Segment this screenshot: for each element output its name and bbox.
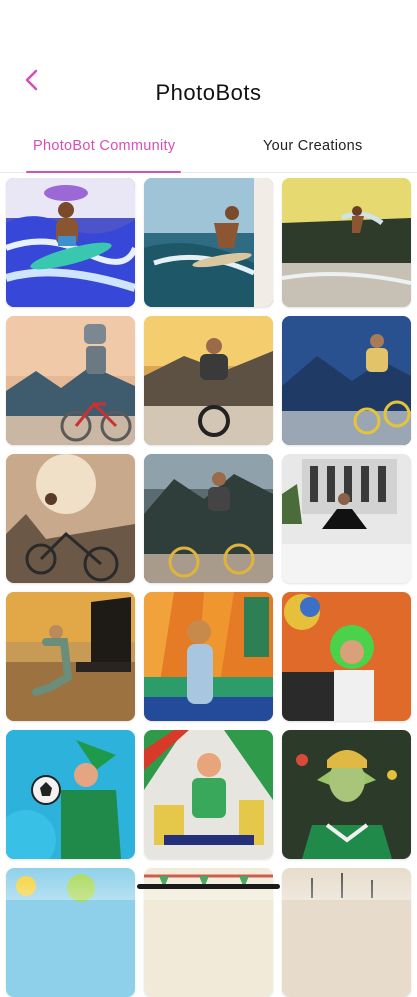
photo-tile[interactable] <box>144 178 273 307</box>
surfer-image <box>282 178 411 307</box>
photo-tile[interactable] <box>282 868 411 997</box>
photo-tile[interactable] <box>144 592 273 721</box>
photo-tile[interactable] <box>6 454 135 583</box>
elf-soccer-ball-image <box>6 730 135 859</box>
home-indicator[interactable] <box>137 884 280 889</box>
tab-label: PhotoBot Community <box>33 138 175 154</box>
photo-tile[interactable] <box>6 316 135 445</box>
green-hair-figure-image <box>282 592 411 721</box>
photo-tile[interactable] <box>282 730 411 859</box>
chevron-left-icon <box>23 68 41 97</box>
photo-tile[interactable] <box>6 730 135 859</box>
photo-tile[interactable] <box>144 316 273 445</box>
dancer-image <box>282 454 411 583</box>
page-title: PhotoBots <box>0 80 417 106</box>
photo-tile[interactable] <box>144 730 273 859</box>
surfer-image <box>144 178 273 307</box>
cyclist-image <box>282 316 411 445</box>
status-bar-area <box>0 0 417 58</box>
surfer-image <box>6 178 135 307</box>
robot-bicycle-image <box>6 316 135 445</box>
photo-grid <box>6 178 412 997</box>
photo-tile[interactable] <box>282 316 411 445</box>
tab-your-creations[interactable]: Your Creations <box>209 126 417 172</box>
kid-soccer-kit-image <box>144 730 273 859</box>
photo-tile[interactable] <box>6 592 135 721</box>
header: PhotoBots <box>0 58 417 126</box>
photo-tile[interactable] <box>282 454 411 583</box>
back-button[interactable] <box>18 68 46 96</box>
cyclist-image <box>144 316 273 445</box>
cyclist-image <box>6 454 135 583</box>
partial-image <box>6 868 135 997</box>
singer-image <box>144 592 273 721</box>
mermaid-piano-image <box>6 592 135 721</box>
photo-tile[interactable] <box>282 592 411 721</box>
photo-tile[interactable] <box>282 178 411 307</box>
photo-tile[interactable] <box>6 178 135 307</box>
photo-tile[interactable] <box>144 454 273 583</box>
elf-jersey-image <box>282 730 411 859</box>
tab-label: Your Creations <box>263 138 363 154</box>
photo-tile[interactable] <box>6 868 135 997</box>
cyclist-image <box>144 454 273 583</box>
partial-image <box>282 868 411 997</box>
tab-bar: PhotoBot Community Your Creations <box>0 126 417 173</box>
tab-photobot-community[interactable]: PhotoBot Community <box>0 126 209 172</box>
